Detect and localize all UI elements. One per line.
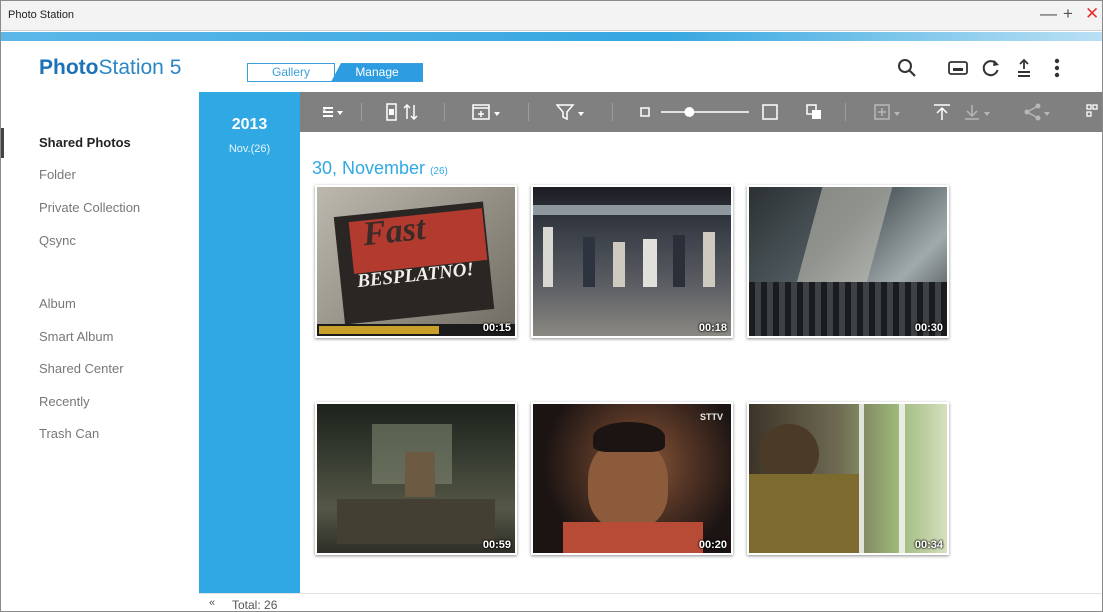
channel-logo: STTV bbox=[699, 412, 723, 422]
sidebar-item-folder[interactable]: Folder bbox=[39, 167, 76, 182]
thumbnail-image bbox=[533, 187, 731, 336]
grid-icon[interactable] bbox=[1086, 92, 1098, 132]
search-icon[interactable] bbox=[894, 55, 920, 81]
thumbnail-image: STTV bbox=[533, 404, 731, 553]
date-heading: 30, November (26) bbox=[312, 158, 448, 179]
minimize-button[interactable]: — bbox=[1040, 5, 1057, 23]
zoom-out-icon[interactable] bbox=[640, 92, 650, 132]
download-icon bbox=[964, 92, 994, 132]
header-icons bbox=[894, 55, 1077, 81]
timeline-month[interactable]: Nov.(26) bbox=[199, 143, 300, 155]
app-logo: PhotoStation 5 bbox=[39, 56, 181, 80]
sidebar-item-shared-center[interactable]: Shared Center bbox=[39, 361, 124, 376]
window-title: Photo Station bbox=[8, 9, 75, 21]
video-duration: 00:34 bbox=[914, 539, 943, 551]
maximize-button[interactable]: + bbox=[1063, 5, 1073, 23]
add-to-album-icon bbox=[874, 92, 904, 132]
status-footer: « Total: 26 bbox=[199, 593, 1102, 612]
sidebar-item-qsync[interactable]: Qsync bbox=[39, 233, 76, 248]
video-thumbnail[interactable]: STTV 00:20 bbox=[531, 402, 733, 555]
toolbar-separator bbox=[444, 103, 445, 121]
close-button[interactable]: ✕ bbox=[1085, 5, 1099, 23]
filter-icon[interactable] bbox=[556, 92, 586, 132]
refresh-icon[interactable] bbox=[978, 55, 1004, 81]
slideshow-icon[interactable] bbox=[945, 55, 971, 81]
more-icon[interactable] bbox=[1044, 55, 1070, 81]
toolbar-separator bbox=[528, 103, 529, 121]
zoom-slider[interactable] bbox=[660, 92, 750, 132]
timeline-panel: 2013 Nov.(26) bbox=[199, 92, 300, 593]
sidebar-item-trash-can[interactable]: Trash Can bbox=[39, 426, 99, 441]
photo-station-window: Photo Station — + ✕ PhotoStation 5 Galle… bbox=[0, 0, 1103, 612]
collapse-sidebar-button[interactable]: « bbox=[209, 597, 215, 609]
thumbnail-image: Fast BESPLATNO! bbox=[317, 187, 515, 336]
date-count: (26) bbox=[430, 166, 448, 177]
thumbnail-image bbox=[749, 404, 947, 553]
logo-rest: Station 5 bbox=[98, 56, 182, 79]
mode-tabs: Gallery Manage bbox=[247, 63, 423, 82]
selection-marker bbox=[1, 128, 4, 158]
photo-grid: 30, November (26) Fast BESPLATNO! 00:15 bbox=[300, 132, 1102, 593]
timeline-year[interactable]: 2013 bbox=[199, 116, 300, 134]
title-bar: Photo Station — + ✕ bbox=[1, 1, 1102, 31]
video-duration: 00:59 bbox=[482, 539, 511, 551]
upload-icon[interactable] bbox=[1011, 55, 1037, 81]
sort-icon[interactable] bbox=[386, 92, 420, 132]
video-duration: 00:30 bbox=[914, 322, 943, 334]
toolbar-separator bbox=[361, 103, 362, 121]
sidebar-item-smart-album[interactable]: Smart Album bbox=[39, 329, 113, 344]
logo-bold: Photo bbox=[39, 56, 99, 79]
thumbnail-image bbox=[317, 404, 515, 553]
share-icon bbox=[1024, 92, 1054, 132]
thumbnail-caption: Fast bbox=[361, 209, 428, 254]
toolbar-separator bbox=[612, 103, 613, 121]
video-thumbnail[interactable]: 00:18 bbox=[531, 185, 733, 338]
select-icon[interactable] bbox=[472, 92, 502, 132]
sidebar-item-album[interactable]: Album bbox=[39, 296, 76, 311]
video-thumbnail[interactable]: 00:30 bbox=[747, 185, 949, 338]
video-thumbnail[interactable]: 00:34 bbox=[747, 402, 949, 555]
toolbar: ᐩ bbox=[300, 92, 1102, 132]
tab-gallery[interactable]: Gallery bbox=[247, 63, 335, 82]
video-thumbnail[interactable]: 00:59 bbox=[315, 402, 517, 555]
thumbnail-image bbox=[749, 187, 947, 336]
total-count: Total: 26 bbox=[232, 598, 278, 612]
app-header: PhotoStation 5 Gallery Manage bbox=[1, 41, 1102, 92]
video-thumbnail[interactable]: Fast BESPLATNO! 00:15 bbox=[315, 185, 517, 338]
sidebar-item-recently[interactable]: Recently bbox=[39, 394, 90, 409]
video-duration: 00:15 bbox=[482, 322, 511, 334]
video-duration: 00:18 bbox=[698, 322, 727, 334]
view-mode-icon[interactable]: ᐩ bbox=[322, 92, 344, 132]
copy-icon[interactable] bbox=[806, 92, 822, 132]
upload-to-icon[interactable] bbox=[933, 92, 951, 132]
date-heading-text: 30, November bbox=[312, 158, 426, 178]
sidebar-item-shared-photos[interactable]: Shared Photos bbox=[39, 135, 131, 150]
toolbar-separator bbox=[845, 103, 846, 121]
accent-bar bbox=[1, 32, 1102, 41]
tab-manage[interactable]: Manage bbox=[331, 63, 423, 82]
sidebar: Shared Photos Folder Private Collection … bbox=[1, 92, 199, 611]
video-duration: 00:20 bbox=[698, 539, 727, 551]
sidebar-item-private-collection[interactable]: Private Collection bbox=[39, 200, 140, 215]
zoom-in-icon[interactable] bbox=[762, 92, 778, 132]
